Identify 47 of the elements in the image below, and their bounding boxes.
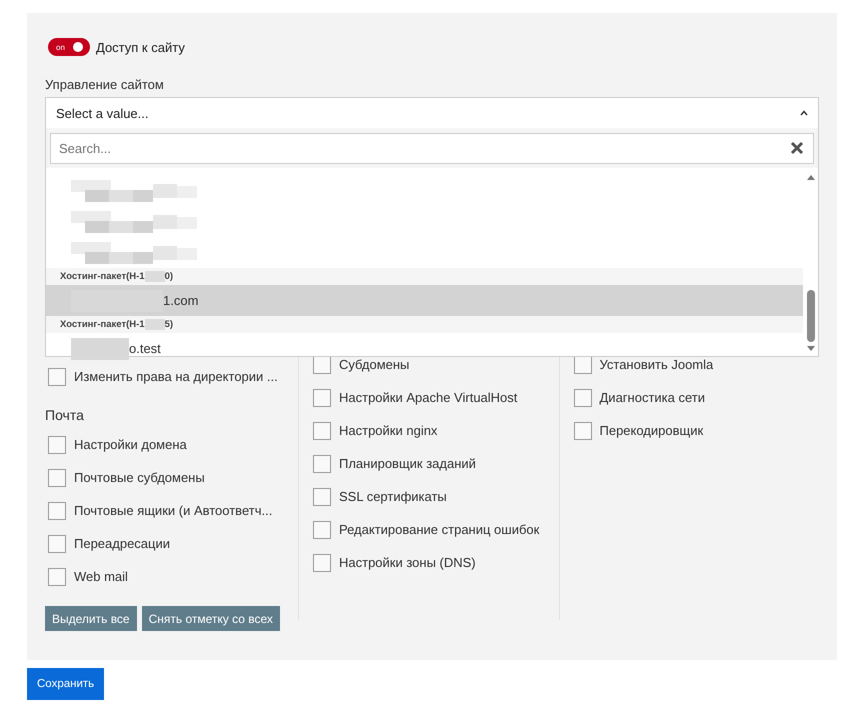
checkbox[interactable] (48, 436, 66, 454)
checkbox-label: Почтовые ящики (и Автоответч... (74, 503, 272, 518)
checkbox-label: Планировщик заданий (339, 456, 476, 471)
checkbox-label: Изменить права на директории ... (74, 369, 278, 384)
checkbox-label: Переадресации (74, 536, 170, 551)
checkbox[interactable] (313, 422, 331, 440)
checkbox[interactable] (313, 388, 331, 406)
checkbox-label: Настройки Apache VirtualHost (339, 390, 518, 405)
checkbox-label: Редактирование страниц ошибок (339, 522, 540, 537)
checkbox-label: Настройки домена (74, 437, 187, 452)
clear-icon[interactable] (790, 141, 804, 155)
search-field[interactable]: Search... (50, 133, 814, 164)
checkbox[interactable] (48, 534, 66, 552)
scroll-up-icon[interactable] (806, 174, 814, 180)
field-label: Управление сайтом (45, 77, 165, 92)
option-group-header: Хостинг-пакет(Н-1 5) (46, 316, 803, 333)
checkbox[interactable] (48, 468, 66, 486)
checkbox-label: Почтовые субдомены (74, 470, 205, 485)
checkbox[interactable] (313, 488, 331, 506)
toggle-label: Доступ к сайту (96, 40, 185, 54)
option-group-header: Хостинг-пакет(Н-1 0) (46, 268, 803, 285)
checkbox[interactable] (313, 520, 331, 538)
checkbox-label: Настройки зоны (DNS) (339, 555, 476, 570)
checkbox[interactable] (48, 568, 66, 586)
scroll-down-icon[interactable] (806, 346, 814, 352)
checkbox[interactable] (48, 502, 66, 520)
scrollbar-thumb[interactable] (806, 290, 814, 342)
dropdown-option[interactable]: 1.com (46, 285, 803, 316)
checkbox[interactable] (48, 368, 66, 386)
checkbox-label: Web mail (74, 569, 128, 584)
action-button[interactable]: Выделить все (45, 606, 137, 631)
checkbox[interactable] (313, 554, 331, 572)
checkbox[interactable] (574, 422, 592, 440)
caret-icon (800, 110, 808, 116)
toggle-switch[interactable]: on (48, 38, 90, 56)
action-button[interactable]: Снять отметку со всех (142, 606, 280, 631)
checkbox[interactable] (313, 454, 331, 472)
site-select[interactable]: Select a value... (45, 97, 819, 129)
checkbox[interactable] (574, 388, 592, 406)
checkbox-label: Установить Joomla (600, 357, 714, 372)
checkbox-label: SSL сертификаты (339, 489, 447, 504)
section-title: Почта (45, 407, 85, 423)
save-button[interactable]: Сохранить (27, 668, 104, 700)
checkbox-label: Настройки nginx (339, 423, 438, 438)
checkbox-label: Диагностика сети (600, 390, 705, 405)
checkbox-label: Перекодировщик (600, 423, 704, 438)
checkbox-label: Субдомены (339, 357, 410, 372)
